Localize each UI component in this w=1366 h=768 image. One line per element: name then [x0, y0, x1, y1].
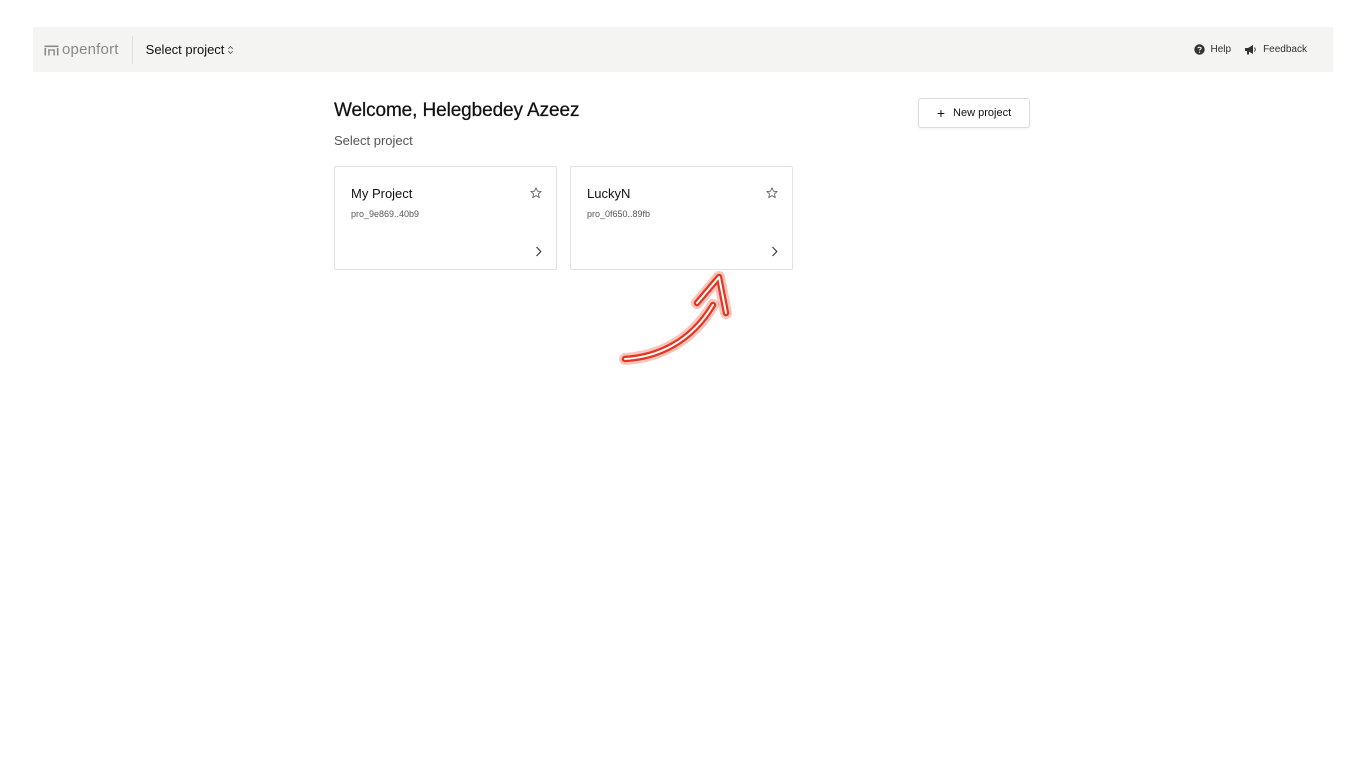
help-label: Help — [1210, 44, 1232, 55]
project-id: pro_9e869..40b9 — [351, 209, 420, 219]
project-name: My Project — [351, 186, 413, 201]
logo-text: openfort — [62, 41, 119, 58]
top-navigation-bar: openfort Select project Help Feedback — [33, 27, 1333, 72]
topbar-actions: Help Feedback — [1193, 44, 1334, 55]
star-outline-icon[interactable] — [530, 187, 542, 199]
project-name: LuckyN — [587, 186, 631, 201]
project-select-label: Select project — [145, 42, 225, 57]
openfort-logo[interactable]: openfort — [33, 27, 119, 72]
question-circle-icon — [1193, 44, 1205, 55]
star-outline-icon[interactable] — [766, 187, 778, 199]
select-project-subtitle: Select project — [334, 133, 413, 148]
plus-icon: + — [936, 104, 946, 121]
megaphone-icon — [1245, 45, 1256, 55]
help-link[interactable]: Help — [1193, 44, 1232, 55]
project-id: pro_0f650..89fb — [587, 209, 651, 219]
feedback-link[interactable]: Feedback — [1244, 44, 1307, 55]
chevron-right-icon — [536, 246, 542, 257]
project-select-dropdown[interactable]: Select project — [146, 42, 235, 57]
openfort-logo-icon — [44, 45, 59, 56]
new-project-label: New project — [953, 107, 1012, 119]
feedback-label: Feedback — [1263, 44, 1307, 55]
curved-arrow-annotation — [619, 271, 732, 365]
welcome-title: Welcome, Helegbedey Azeez — [334, 100, 580, 121]
chevron-up-down-icon — [228, 45, 234, 54]
chevron-right-icon — [772, 246, 778, 257]
project-card-luckyn[interactable]: LuckyN pro_0f650..89fb — [570, 166, 793, 270]
topbar-divider — [131, 35, 133, 64]
new-project-button[interactable]: + New project — [918, 98, 1030, 128]
project-card-my-project[interactable]: My Project pro_9e869..40b9 — [334, 166, 557, 270]
app-window: openfort Select project Help Feedback We… — [33, 27, 1333, 747]
